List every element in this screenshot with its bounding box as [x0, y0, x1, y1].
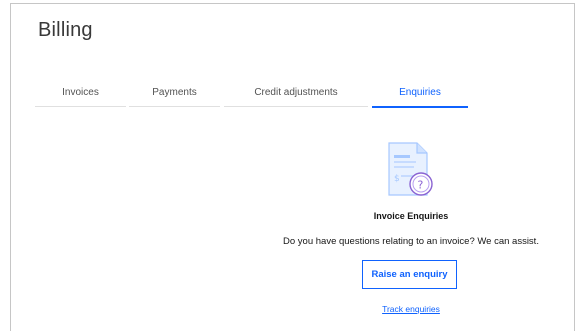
page-title: Billing [38, 19, 93, 41]
svg-text:?: ? [418, 179, 424, 192]
tab-invoices[interactable]: Invoices [35, 86, 126, 107]
track-enquiries-link[interactable]: Track enquiries [361, 304, 461, 314]
invoice-question-icon: $ ? [383, 139, 437, 203]
tab-payments[interactable]: Payments [129, 86, 220, 107]
enquiries-description: Do you have questions relating to an inv… [283, 236, 539, 247]
tab-credit-adjustments[interactable]: Credit adjustments [224, 86, 368, 107]
billing-panel: Billing Invoices Payments Credit adjustm… [10, 3, 575, 331]
enquiries-title: Invoice Enquiries [373, 211, 449, 221]
svg-text:$: $ [394, 174, 400, 184]
tab-enquiries[interactable]: Enquiries [372, 86, 468, 108]
raise-enquiry-button[interactable]: Raise an enquiry [362, 260, 457, 289]
